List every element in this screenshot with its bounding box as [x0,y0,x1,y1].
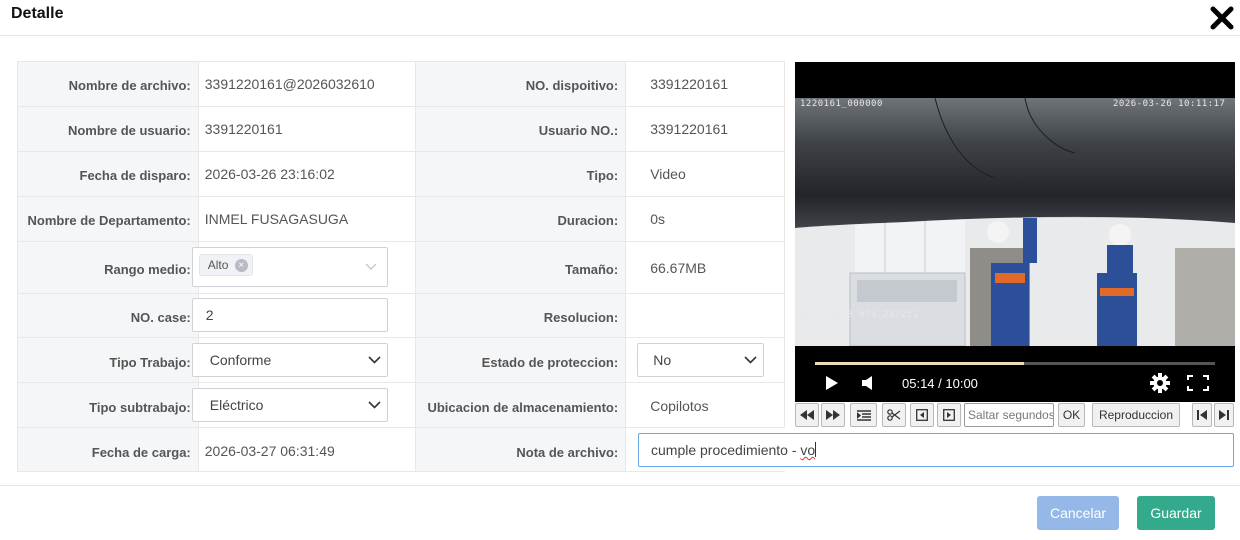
tipo-trabajo-value: Conforme [209,352,272,368]
detail-row: Nombre de Departamento: INMEL FUSAGASUGA… [18,197,785,242]
chevron-down-icon [744,356,757,364]
list-button[interactable] [850,403,877,427]
value-usuario-no: 3391220161 [650,121,729,137]
scissors-icon [887,409,901,421]
nota-archivo-input[interactable]: cumple procedimiento - vo [638,433,1234,467]
nota-archivo-typo: vo [800,442,816,458]
skip-start-button[interactable] [1192,403,1212,427]
value-fecha-disparo: 2026-03-26 23:16:02 [204,166,335,182]
ok-button[interactable]: OK [1058,403,1085,427]
label-no-dispositivo: NO. dispoitivo: [525,78,619,93]
tipo-subtrabajo-select[interactable]: Eléctrico [191,388,388,422]
chevron-down-icon [368,356,381,364]
tipo-subtrabajo-value: Eléctrico [209,397,264,413]
skip-end-icon [1219,410,1229,420]
label-fecha-carga: Fecha de carga: [91,445,191,460]
detail-row: Nombre de archivo: 3391220161@2026032610… [18,62,785,107]
video-frame: 1220161_000000 2026-03-26 10:11:17 N4.52… [795,98,1235,346]
fast-forward-button[interactable] [821,403,845,427]
skip-start-icon [1197,410,1207,420]
list-indent-icon [855,410,871,421]
tag-alto: Alto × [198,254,253,276]
value-nombre-usuario: 3391220161 [204,121,283,137]
label-estado-proteccion: Estado de proteccion: [481,355,619,370]
detail-row: Tipo Trabajo: Conforme Estado de protecc… [18,338,785,383]
clip-button[interactable] [882,403,906,427]
value-tamano: 66.67MB [650,260,707,276]
tipo-trabajo-select[interactable]: Conforme [191,343,388,377]
text-cursor [815,442,817,457]
detail-row: Fecha de disparo: 2026-03-26 23:16:02 Ti… [18,152,785,197]
value-departamento: INMEL FUSAGASUGA [204,211,349,227]
player-toolbar: Saltar segundos OK Reproduccion [795,403,1235,427]
rewind-icon [800,410,814,420]
value-duracion: 0s [650,211,665,227]
seek-seconds-input[interactable]: Saltar segundos [964,403,1054,427]
label-resolucion: Resolucion: [543,310,619,325]
video-progress-fill [815,362,1025,365]
value-nombre-archivo: 3391220161@2026032610 [204,76,375,92]
detail-row: Rango medio: Alto × Tamaño: 66.67MB [18,242,785,294]
label-tamano: Tamaño: [564,262,619,277]
frame-back-button[interactable] [910,403,934,427]
chevron-down-icon [368,401,381,409]
label-departamento: Nombre de Departamento: [27,213,191,228]
label-rango-medio: Rango medio: [104,262,191,277]
detail-grid: Nombre de archivo: 3391220161@2026032610… [17,61,785,472]
estado-proteccion-value: No [653,352,672,368]
label-nombre-archivo: Nombre de archivo: [68,78,191,93]
value-fecha-carga: 2026-03-27 06:31:49 [204,443,335,459]
playback-button[interactable]: Reproduccion [1092,403,1180,427]
osd-timestamp: 2026-03-26 10:11:17 [1113,99,1226,109]
rewind-button[interactable] [795,403,819,427]
tag-remove-icon[interactable]: × [234,259,248,272]
frame-back-icon [916,409,928,421]
value-ubicacion: Copilotos [650,398,709,414]
chevron-down-icon [365,263,377,270]
label-fecha-disparo: Fecha de disparo: [79,168,191,183]
video-player[interactable]: 1220161_000000 2026-03-26 10:11:17 N4.52… [795,62,1235,402]
video-progress-bar[interactable] [815,362,1215,365]
label-nombre-usuario: Nombre de usuario: [67,123,191,138]
no-case-input[interactable]: 2 [191,298,388,332]
nota-archivo-text: cumple procedimiento - [651,442,801,458]
label-no-case: NO. case: [130,310,191,325]
value-tipo: Video [650,166,686,182]
dialog-title: Detalle [11,5,64,22]
video-frame-image [795,98,1235,346]
fullscreen-icon[interactable] [1187,375,1209,391]
tag-alto-label: Alto [207,258,229,272]
volume-icon[interactable] [861,375,875,391]
label-tipo: Tipo: [586,168,619,183]
close-icon[interactable] [1208,4,1236,32]
osd-coordinates: N4.529070 W74.237251 [800,310,919,320]
fast-forward-icon [826,410,840,420]
label-tipo-trabajo: Tipo Trabajo: [109,355,191,370]
frame-forward-icon [943,409,955,421]
detail-row: Tipo subtrabajo: Eléctrico Ubicacion de … [18,383,785,428]
frame-forward-button[interactable] [937,403,961,427]
save-button[interactable]: Guardar [1137,496,1215,530]
skip-end-button[interactable] [1214,403,1234,427]
label-usuario-no: Usuario NO.: [538,123,619,138]
value-no-dispositivo: 3391220161 [650,76,729,92]
osd-top-left: 1220161_000000 [800,99,883,109]
label-ubicacion: Ubicacion de almacenamiento: [427,400,619,415]
label-tipo-subtrabajo: Tipo subtrabajo: [89,400,191,415]
dialog-header: Detalle [0,0,1240,36]
detail-row: NO. case: 2 Resolucion: [18,294,785,338]
video-time-display: 05:14 / 10:00 [902,376,978,391]
rango-medio-select[interactable]: Alto × [191,247,388,287]
detail-row: Nombre de usuario: 3391220161 Usuario NO… [18,107,785,152]
label-nota-archivo: Nota de archivo: [516,445,619,460]
label-duracion: Duracion: [557,213,619,228]
cancel-button[interactable]: Cancelar [1037,496,1119,530]
play-icon[interactable] [825,375,839,391]
settings-gear-icon[interactable] [1150,373,1170,393]
estado-proteccion-select[interactable]: No [637,343,765,377]
